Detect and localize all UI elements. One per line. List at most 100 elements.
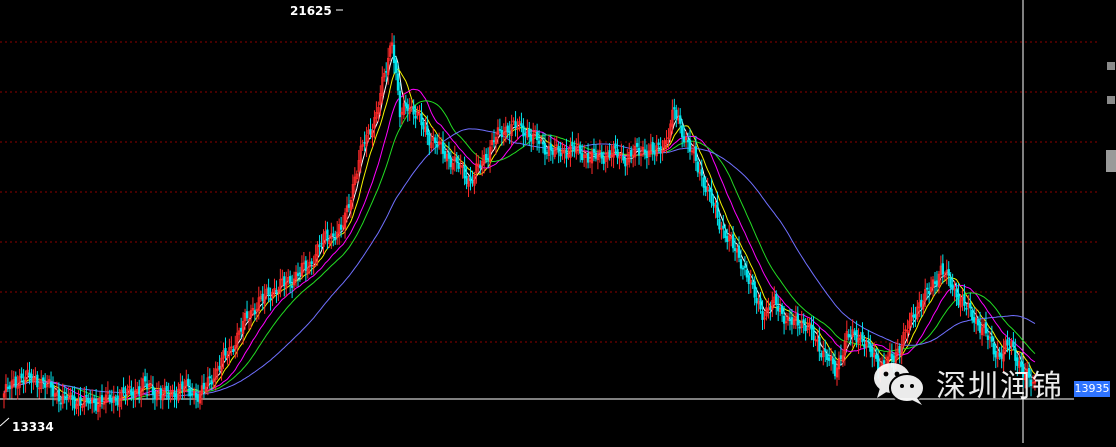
candle-body — [151, 386, 155, 395]
candle — [263, 283, 266, 314]
candle — [287, 269, 290, 286]
candle-body — [191, 393, 194, 396]
candle-body — [85, 395, 88, 397]
candle-body — [722, 225, 725, 229]
candle — [720, 221, 723, 240]
candle — [124, 385, 127, 405]
candle-body — [153, 391, 157, 400]
candle-body — [963, 294, 966, 306]
scroll-marker-icon — [1107, 62, 1115, 70]
candle-body — [181, 381, 184, 390]
candle-body — [51, 384, 55, 397]
candle-body — [681, 125, 684, 138]
candle-body — [42, 377, 45, 382]
candle-body — [93, 399, 96, 404]
candle-body — [71, 395, 74, 400]
candle — [555, 135, 558, 155]
candle — [745, 260, 748, 282]
candle — [226, 350, 229, 365]
candle-body — [551, 149, 554, 155]
candle-body — [218, 365, 221, 370]
candle-body — [298, 272, 302, 275]
candle — [645, 144, 649, 169]
candle-body — [486, 158, 490, 160]
candle — [594, 144, 598, 162]
candle-body — [869, 343, 872, 352]
candle — [375, 101, 378, 123]
candle-body — [434, 137, 437, 144]
candle-body — [406, 104, 409, 111]
candle — [649, 133, 652, 158]
candle — [87, 393, 90, 411]
candle — [975, 308, 978, 335]
candle — [189, 379, 192, 406]
candle — [334, 230, 337, 245]
candle — [132, 386, 135, 409]
candle — [93, 394, 96, 413]
candle — [181, 375, 184, 400]
candle-body — [138, 386, 141, 395]
candle — [624, 156, 627, 176]
candle — [863, 335, 866, 357]
candle — [859, 331, 862, 349]
candle-body — [751, 282, 754, 285]
candle-body — [14, 376, 17, 388]
candle — [104, 387, 108, 414]
candle — [167, 382, 170, 409]
candle-body — [957, 293, 960, 306]
candle-body — [675, 109, 678, 120]
candle — [639, 146, 643, 167]
candle — [939, 255, 943, 286]
candle-body — [804, 325, 807, 332]
candle-body — [528, 128, 531, 138]
candle — [673, 98, 676, 121]
candle-body — [855, 330, 858, 342]
candle-body — [718, 218, 721, 230]
candle-body — [914, 313, 917, 319]
candle-body — [702, 177, 705, 188]
candle — [545, 149, 549, 160]
candle-body — [479, 164, 482, 169]
candle-body — [541, 141, 545, 145]
candle-body — [586, 153, 590, 163]
candle-body — [790, 317, 794, 325]
candle — [44, 373, 47, 399]
candle — [831, 353, 835, 374]
candle — [806, 317, 809, 334]
candle — [140, 377, 143, 408]
candle-body — [782, 315, 786, 324]
candle — [896, 339, 899, 360]
candle — [300, 255, 304, 280]
candle — [177, 382, 180, 404]
candle-body — [396, 73, 400, 91]
candle-body — [659, 146, 662, 153]
candle-body — [426, 125, 429, 135]
high-price-label: 21625 — [290, 4, 332, 18]
candle — [353, 167, 356, 193]
candle-body — [602, 157, 605, 164]
candle-body — [831, 358, 835, 365]
candle-body — [318, 245, 321, 247]
candle — [655, 134, 658, 162]
candle — [281, 269, 284, 287]
candle-body — [745, 269, 748, 278]
candle — [494, 131, 498, 155]
candle-body — [990, 336, 993, 342]
candle-body — [833, 360, 837, 377]
candle-body — [700, 169, 703, 176]
candle — [586, 143, 590, 169]
candle — [553, 137, 556, 160]
candle — [8, 381, 12, 400]
candle-body — [761, 310, 764, 320]
scrollbar-thumb[interactable] — [1106, 150, 1116, 172]
candle-body — [581, 153, 584, 161]
candle-body — [951, 284, 954, 290]
candle — [63, 385, 66, 404]
candle — [728, 224, 731, 252]
candle-body — [594, 152, 598, 159]
candle — [912, 304, 915, 328]
candle-body — [796, 313, 799, 326]
candle — [418, 105, 421, 123]
candle-body — [524, 133, 527, 136]
ma-20-line — [3, 88, 1036, 403]
